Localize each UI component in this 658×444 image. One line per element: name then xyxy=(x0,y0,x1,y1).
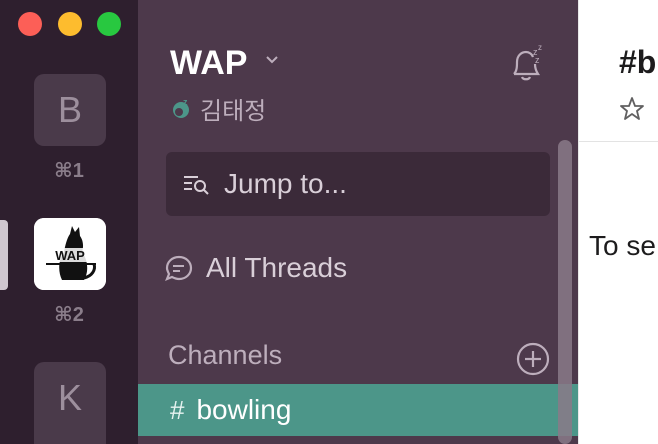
svg-text:z: z xyxy=(183,97,188,107)
workspace-k-button[interactable]: K xyxy=(34,362,106,444)
window-minimize-button[interactable] xyxy=(58,12,82,36)
hash-icon: # xyxy=(170,394,185,425)
star-icon[interactable] xyxy=(619,96,645,122)
channel-header: #b xyxy=(579,0,658,142)
workspace-b-button[interactable]: B xyxy=(34,74,106,146)
user-name: 김태정 xyxy=(200,97,267,125)
jump-to-label: Jump to... xyxy=(224,168,347,199)
channel-sidebar: WAP z z z z 김태정 Jump to... All Threads C… xyxy=(138,0,578,444)
main-message: To se xyxy=(589,230,656,261)
snooze-bell-icon[interactable]: z z z xyxy=(506,43,546,84)
team-name[interactable]: WAP xyxy=(170,44,247,83)
workspace-wap-shortcut: ⌘2 xyxy=(54,304,84,326)
channel-title[interactable]: #b xyxy=(619,44,656,81)
channel-item-bowling[interactable]: # bowling xyxy=(138,384,578,436)
workspace-wap-button[interactable]: WAP xyxy=(34,218,106,290)
all-threads-label: All Threads xyxy=(206,252,348,283)
window-close-button[interactable] xyxy=(18,12,42,36)
jump-to-icon xyxy=(184,176,209,195)
active-workspace-indicator xyxy=(0,220,8,290)
chevron-down-icon[interactable] xyxy=(264,50,280,73)
workspace-rail: B ⌘1 WAP ⌘2 K xyxy=(0,0,138,444)
window-zoom-button[interactable] xyxy=(97,12,121,36)
threads-icon xyxy=(165,255,193,281)
all-threads-item[interactable]: All Threads xyxy=(164,252,347,284)
channels-header[interactable]: Channels xyxy=(168,340,282,371)
svg-text:z: z xyxy=(538,44,542,52)
main-pane: #b To se xyxy=(578,0,658,444)
sidebar-scrollbar[interactable] xyxy=(558,140,572,444)
jump-to-button[interactable]: Jump to... xyxy=(166,152,550,216)
presence-icon: z xyxy=(173,97,189,118)
current-user[interactable]: z 김태정 xyxy=(170,92,267,125)
svg-text:WAP: WAP xyxy=(55,248,85,263)
workspace-b-shortcut: ⌘1 xyxy=(54,160,84,182)
wap-logo-icon: WAP xyxy=(34,218,106,290)
channel-name: bowling xyxy=(196,394,292,425)
svg-text:z: z xyxy=(535,55,540,65)
add-channel-icon[interactable] xyxy=(516,342,550,376)
